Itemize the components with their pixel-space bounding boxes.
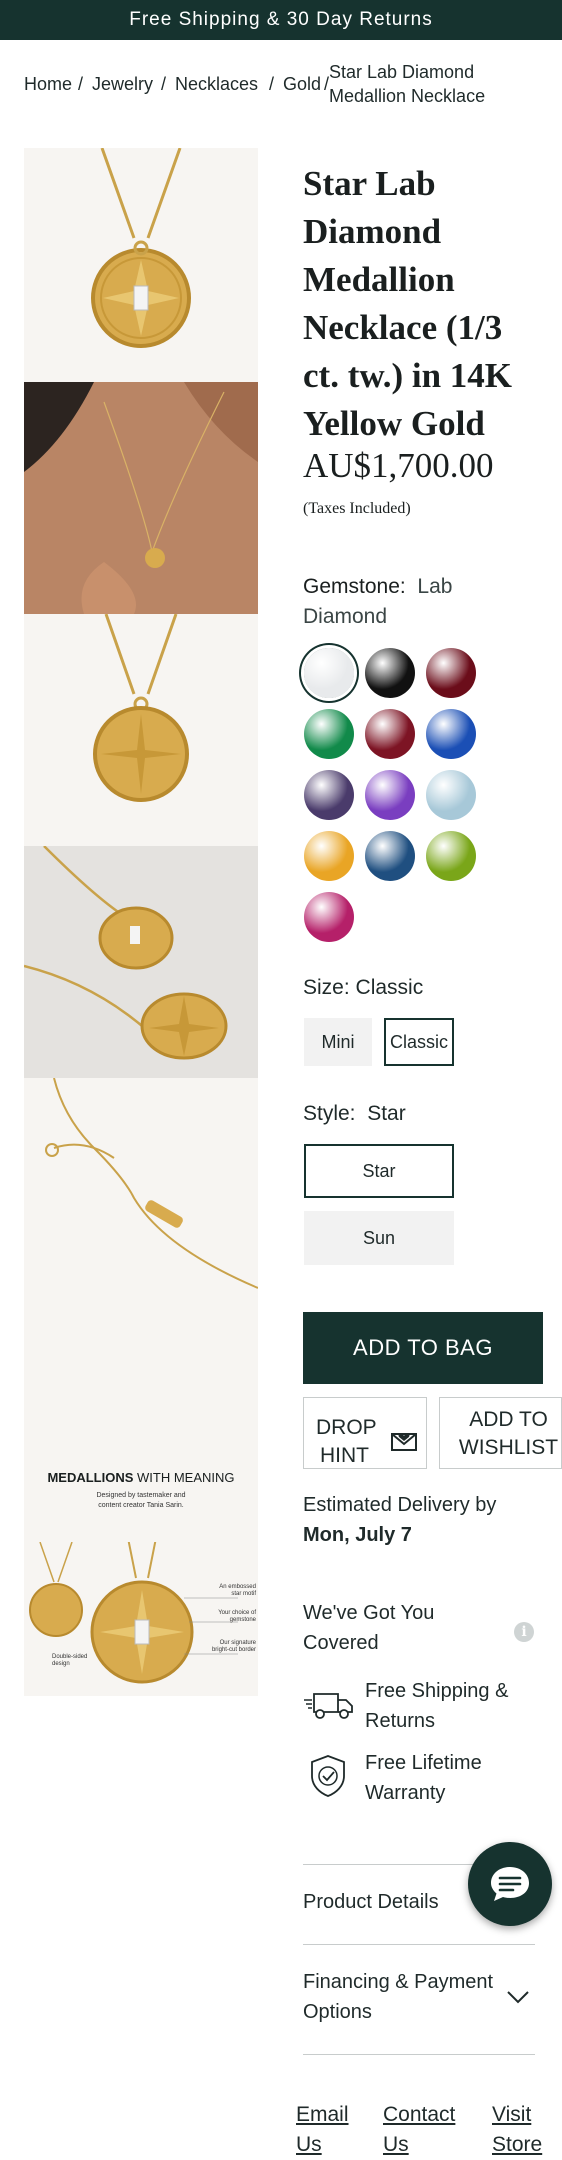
size-label: Size: Classic: [303, 976, 424, 999]
size-option-classic[interactable]: Classic: [384, 1018, 454, 1066]
chat-button[interactable]: [468, 1842, 552, 1926]
callout-gemstone: Your choice of gemstone: [218, 1610, 256, 1623]
breadcrumb-current-line2: Medallion Necklace: [329, 86, 486, 106]
taxes-note: (Taxes Included): [303, 500, 411, 517]
breadcrumb-gold[interactable]: Gold: [283, 72, 321, 96]
add-to-bag-button[interactable]: ADD TO BAG: [303, 1312, 543, 1384]
estimated-delivery: Estimated Delivery by Mon, July 7: [303, 1494, 497, 1546]
breadcrumb-jewelry[interactable]: Jewelry: [92, 72, 153, 96]
gemstone-swatch-amethyst[interactable]: [365, 770, 415, 820]
envelope-heart-icon: [390, 1428, 418, 1460]
banner-text: Free Shipping & 30 Day Returns: [129, 9, 433, 30]
gallery-image-infographic[interactable]: MEDALLIONS WITH MEANING Designed by tast…: [24, 1310, 258, 1542]
add-to-wishlist-button[interactable]: ADD TO WISHLIST: [439, 1397, 562, 1469]
breadcrumb-current-line1: Star Lab Diamond: [329, 62, 475, 82]
gemstone-swatch-pink-tourmaline[interactable]: [304, 892, 354, 942]
gemstone-swatch-lab-diamond[interactable]: [304, 648, 354, 698]
divider: [303, 2054, 535, 2055]
feature-lifetime-warranty: Free Lifetime Warranty: [365, 1752, 482, 1804]
breadcrumb-separator: /: [161, 74, 167, 94]
chevron-down-icon[interactable]: [506, 1990, 530, 2009]
style-option-star[interactable]: Star: [304, 1144, 454, 1198]
callout-border: Our signature bright-cut border: [211, 1640, 256, 1653]
gallery-image-chain-detail[interactable]: [24, 1078, 258, 1310]
announcement-banner: Free Shipping & 30 Day Returns: [0, 0, 562, 40]
gemstone-swatch-sapphire[interactable]: [426, 709, 476, 759]
gemstone-swatch-emerald[interactable]: [304, 709, 354, 759]
product-price: AU$1,700.00: [303, 446, 494, 485]
infographic-designed-line2: content creator Tania Sarin.: [98, 1502, 184, 1509]
style-option-sun[interactable]: Sun: [304, 1211, 454, 1265]
product-title: Star Lab Diamond Medallion Necklace (1/3…: [303, 164, 513, 443]
breadcrumb-separator: /: [78, 74, 84, 94]
chat-bubble-icon: [488, 1864, 532, 1909]
footer-link-email[interactable]: Email Us: [296, 2100, 349, 2160]
divider: [303, 1944, 535, 1945]
gemstone-swatch-ruby[interactable]: [426, 648, 476, 698]
footer-link-contact[interactable]: Contact Us: [383, 2100, 455, 2160]
shield-check-icon: [308, 1754, 348, 1803]
gallery-image-model[interactable]: [24, 382, 258, 614]
gemstone-swatch-aquamarine[interactable]: [426, 770, 476, 820]
drop-hint-button[interactable]: DROP HINT: [303, 1397, 427, 1469]
gemstone-swatch-london-blue-topaz[interactable]: [365, 831, 415, 881]
gallery-image-two-pendants[interactable]: [24, 846, 258, 1078]
footer-link-store[interactable]: Visit Store: [492, 2100, 542, 2160]
covered-title: We've Got You Covered: [303, 1602, 435, 1654]
infographic-designed-line1: Designed by tastemaker and: [96, 1492, 186, 1499]
gemstone-swatch-citrine[interactable]: [304, 831, 354, 881]
feature-free-shipping: Free Shipping & Returns: [365, 1680, 509, 1732]
breadcrumb-home[interactable]: Home: [24, 72, 72, 96]
gallery-image-pendant-back[interactable]: [24, 614, 258, 846]
truck-icon: [304, 1686, 356, 1727]
info-icon[interactable]: i: [514, 1622, 534, 1642]
size-option-mini[interactable]: Mini: [304, 1018, 372, 1066]
accordion-financing[interactable]: Financing & Payment Options: [303, 1967, 503, 2027]
gallery-image-pendant-front[interactable]: [24, 148, 258, 382]
infographic-title: MEDALLIONS WITH MEANING: [47, 1470, 235, 1485]
gemstone-swatch-alexandrite[interactable]: [304, 770, 354, 820]
breadcrumb-necklaces[interactable]: Necklaces: [175, 72, 258, 96]
style-label: Style: Star: [303, 1102, 406, 1125]
callout-double-sided: Double-sided design: [52, 1654, 88, 1667]
gemstone-swatch-garnet[interactable]: [365, 709, 415, 759]
breadcrumb-separator: /: [269, 74, 275, 94]
callout-star: An embossed star motif: [219, 1584, 256, 1597]
gemstone-swatch-peridot[interactable]: [426, 831, 476, 881]
gemstone-swatch-black[interactable]: [365, 648, 415, 698]
infographic-diagram: An embossed star motif Your choice of gems…: [24, 1542, 258, 1696]
gemstone-label: Gemstone: Lab Diamond: [303, 575, 453, 628]
